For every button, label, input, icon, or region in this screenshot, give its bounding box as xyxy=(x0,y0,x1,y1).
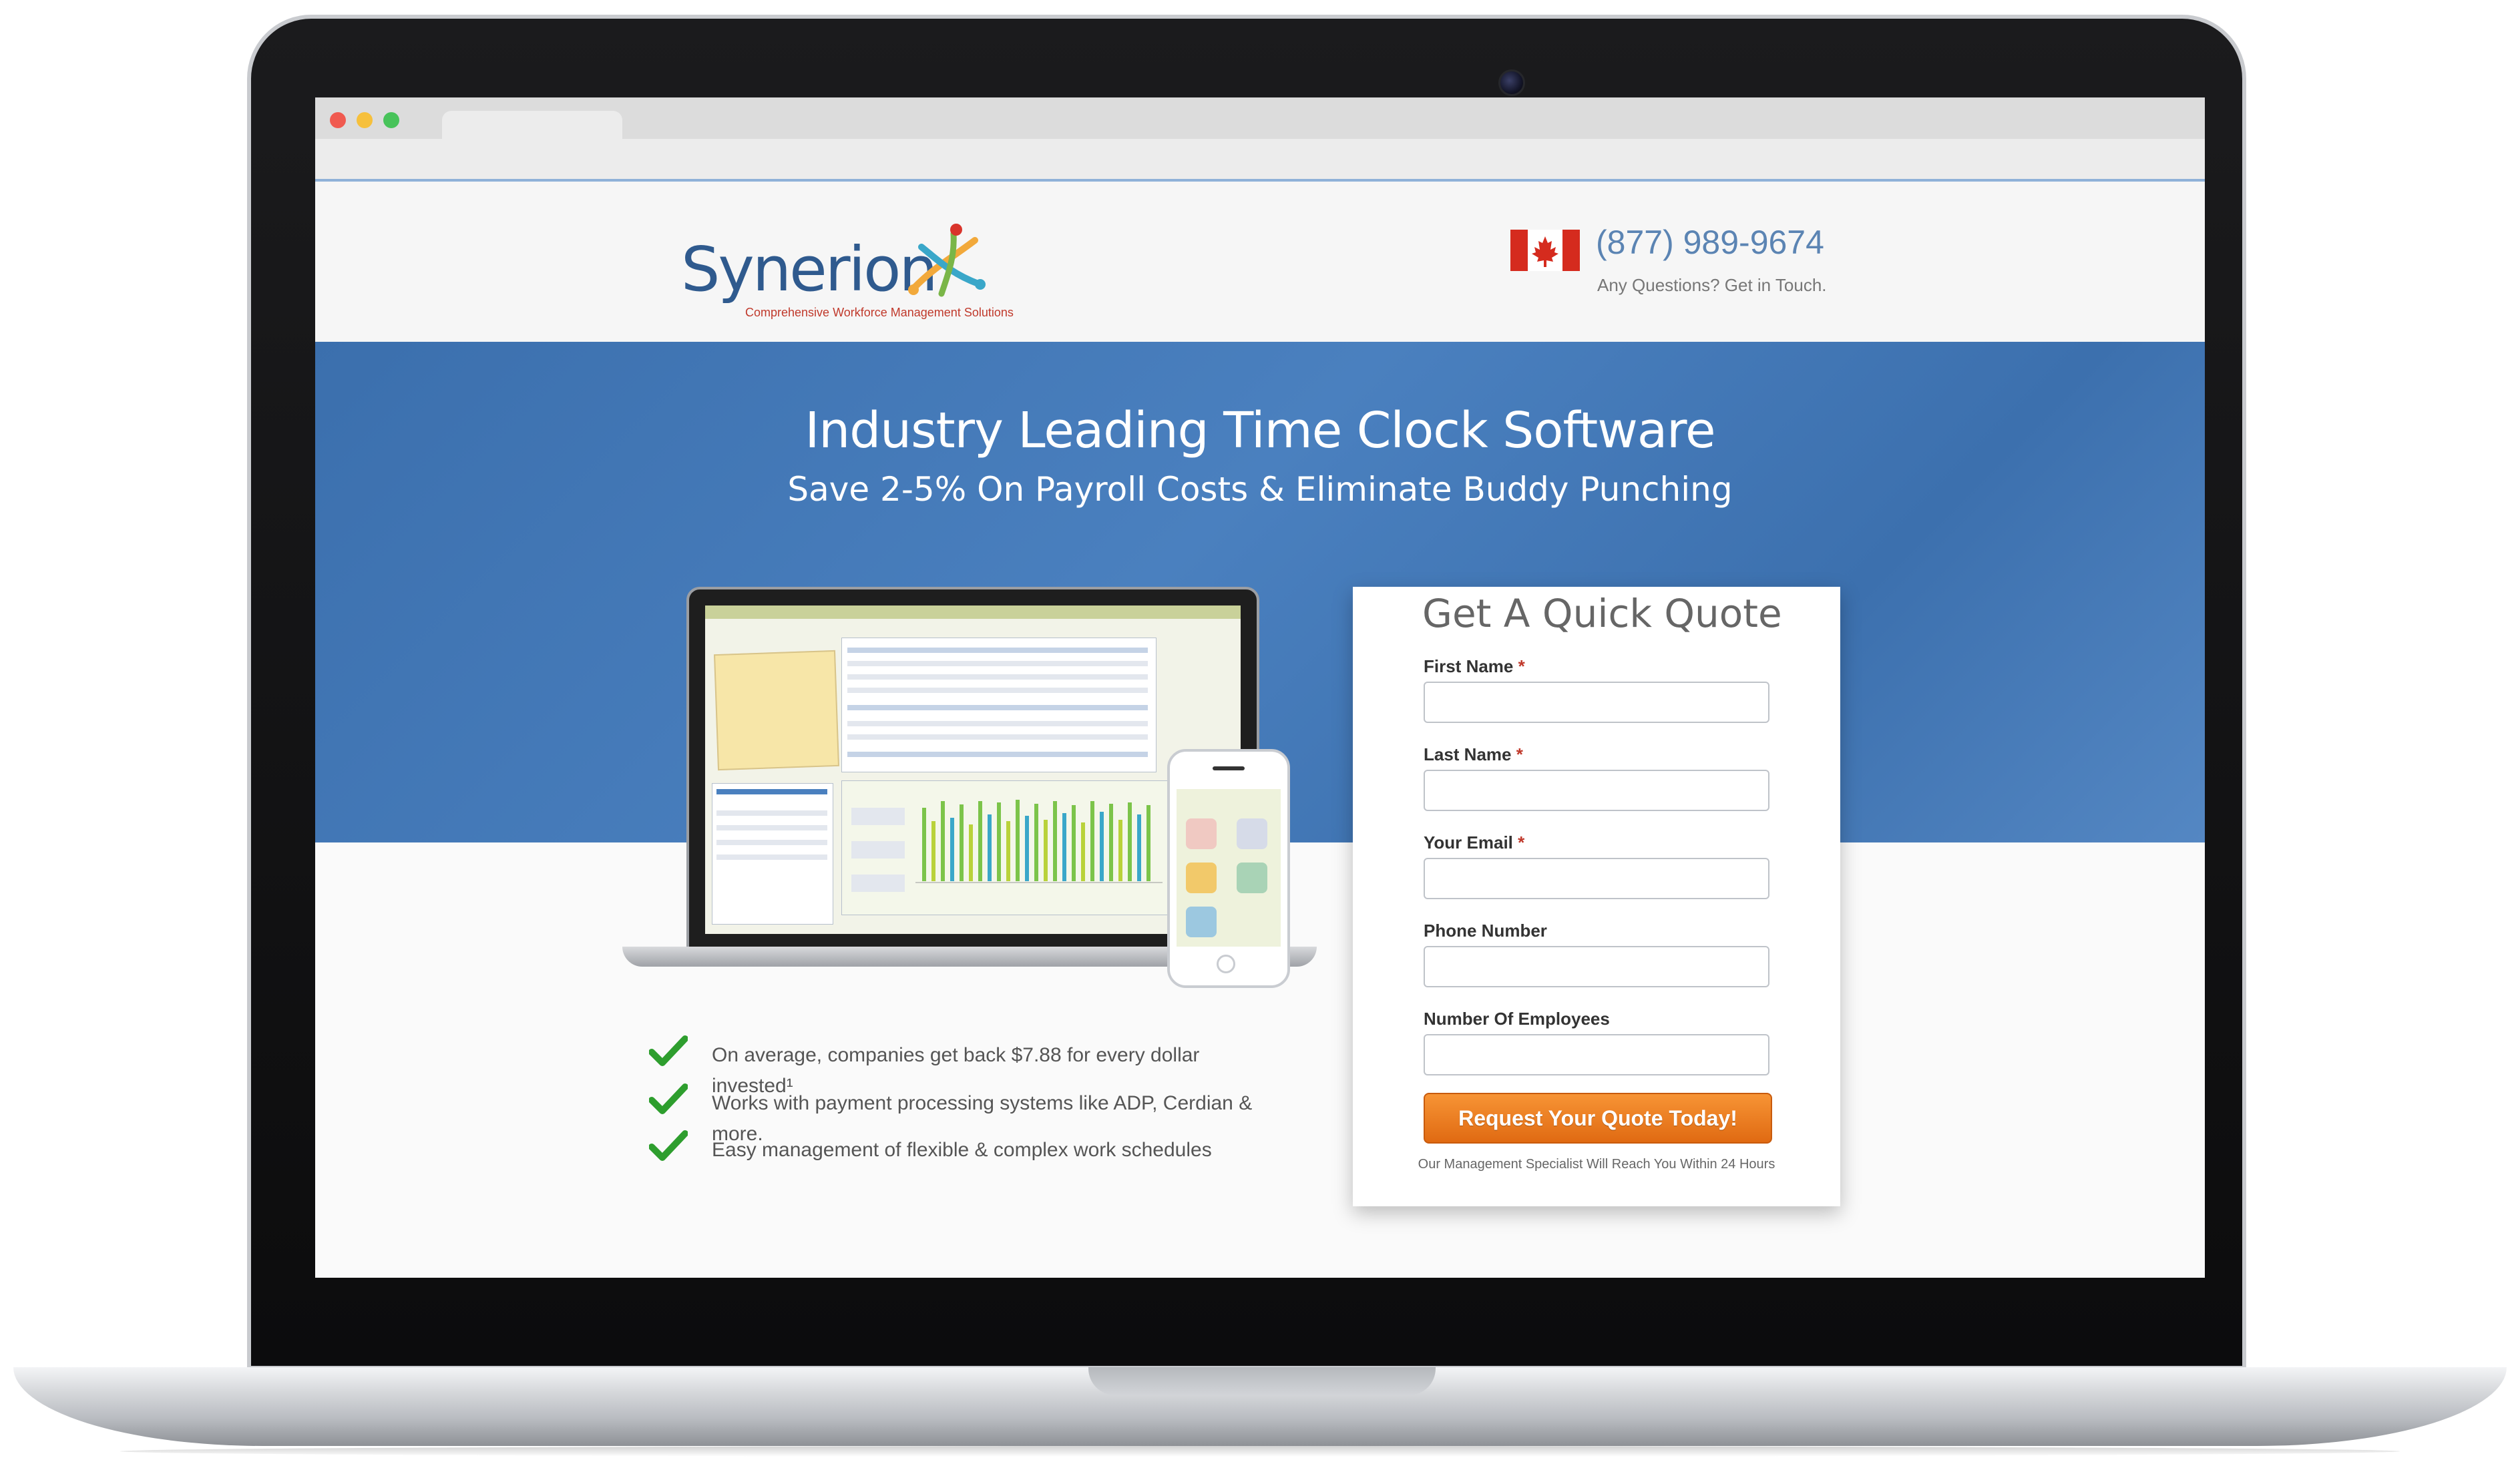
browser-tab[interactable] xyxy=(442,111,622,142)
browser-chrome xyxy=(315,97,2205,182)
mock-row xyxy=(847,705,1148,710)
email-label-text: Your Email xyxy=(1424,832,1513,852)
hero-subtitle: Save 2-5% On Payroll Costs & Eliminate B… xyxy=(787,470,1733,509)
zoom-window-icon[interactable] xyxy=(383,112,399,128)
mock-app-bar xyxy=(705,605,1241,619)
quote-form: Get A Quick Quote First Name * Last Name… xyxy=(1353,587,1840,1206)
mock-row xyxy=(716,840,827,845)
laptop-shadow xyxy=(120,1446,2400,1457)
form-note: Our Management Specialist Will Reach You… xyxy=(1418,1157,1775,1172)
last-name-label: Last Name * xyxy=(1424,744,1523,765)
mock-row xyxy=(847,688,1148,693)
logo-wordmark: Synerion xyxy=(681,234,938,305)
phone-app-screen xyxy=(1177,789,1281,947)
hero-title: Industry Leading Time Clock Software xyxy=(805,402,1715,459)
minimize-window-icon[interactable] xyxy=(357,112,373,128)
benefit-item: On average, companies get back $7.88 for… xyxy=(649,1035,1290,1097)
employees-label: Number Of Employees xyxy=(1424,1009,1610,1029)
mock-row xyxy=(847,648,1148,653)
phone-number-input[interactable] xyxy=(1424,946,1769,987)
mock-bar-chart xyxy=(851,800,1163,892)
app-tile xyxy=(1237,818,1267,849)
checkmark-icon xyxy=(649,1083,688,1114)
employees-label-text: Number Of Employees xyxy=(1424,1009,1610,1029)
mock-row xyxy=(716,789,827,794)
mock-row xyxy=(716,854,827,860)
benefit-item: Easy management of flexible & complex wo… xyxy=(649,1130,1290,1176)
first-name-label: First Name * xyxy=(1424,656,1525,677)
mock-employee-list xyxy=(712,783,833,925)
email-input[interactable] xyxy=(1424,858,1769,899)
required-marker: * xyxy=(1518,656,1525,676)
benefit-item: Works with payment processing systems li… xyxy=(649,1083,1290,1145)
phone-number-link[interactable]: (877) 989-9674 xyxy=(1596,223,1824,262)
mock-row xyxy=(847,661,1148,666)
webcam-icon xyxy=(1498,69,1525,96)
logo-swirl-icon xyxy=(908,224,986,297)
browser-screen: Synerion Comprehensive Workforce Managem… xyxy=(315,97,2205,1278)
mock-row xyxy=(847,721,1148,726)
mock-sticky-note xyxy=(714,650,839,771)
mock-violations-panel xyxy=(841,638,1157,772)
checkmark-icon xyxy=(649,1035,688,1066)
logo-tagline: Comprehensive Workforce Management Solut… xyxy=(745,306,1014,319)
mock-row xyxy=(847,734,1148,740)
mock-row xyxy=(716,825,827,830)
synerion-logo[interactable]: Synerion Comprehensive Workforce Managem… xyxy=(681,224,1014,336)
close-window-icon[interactable] xyxy=(330,112,346,128)
email-label: Your Email * xyxy=(1424,832,1524,853)
phone-home-button xyxy=(1217,955,1235,973)
phone-number-label: Phone Number xyxy=(1424,921,1547,941)
product-phone-image xyxy=(1167,749,1290,988)
phone-speaker xyxy=(1213,766,1245,770)
product-dashboard-screenshot xyxy=(705,605,1241,934)
mock-chart-panel xyxy=(841,780,1177,915)
mock-row xyxy=(847,752,1148,757)
required-marker: * xyxy=(1516,744,1523,764)
first-name-label-text: First Name xyxy=(1424,656,1514,676)
laptop-notch xyxy=(1088,1367,1436,1395)
site-header: Synerion Comprehensive Workforce Managem… xyxy=(315,182,2205,342)
mock-row xyxy=(847,674,1148,680)
phone-number-label-text: Phone Number xyxy=(1424,921,1547,941)
phone-subtext: Any Questions? Get in Touch. xyxy=(1597,275,1827,295)
app-tile xyxy=(1237,863,1267,893)
app-tile xyxy=(1186,907,1217,937)
request-quote-button[interactable]: Request Your Quote Today! xyxy=(1424,1093,1772,1144)
last-name-input[interactable] xyxy=(1424,770,1769,811)
employees-input[interactable] xyxy=(1424,1034,1769,1075)
app-tile xyxy=(1186,818,1217,849)
form-title: Get A Quick Quote xyxy=(1422,591,1782,636)
benefit-text: Easy management of flexible & complex wo… xyxy=(712,1139,1212,1161)
canada-flag-icon xyxy=(1510,230,1580,271)
mock-row xyxy=(716,810,827,816)
last-name-label-text: Last Name xyxy=(1424,744,1512,764)
app-tile xyxy=(1186,863,1217,893)
checkmark-icon xyxy=(649,1130,688,1161)
first-name-input[interactable] xyxy=(1424,682,1769,723)
required-marker: * xyxy=(1518,832,1525,852)
